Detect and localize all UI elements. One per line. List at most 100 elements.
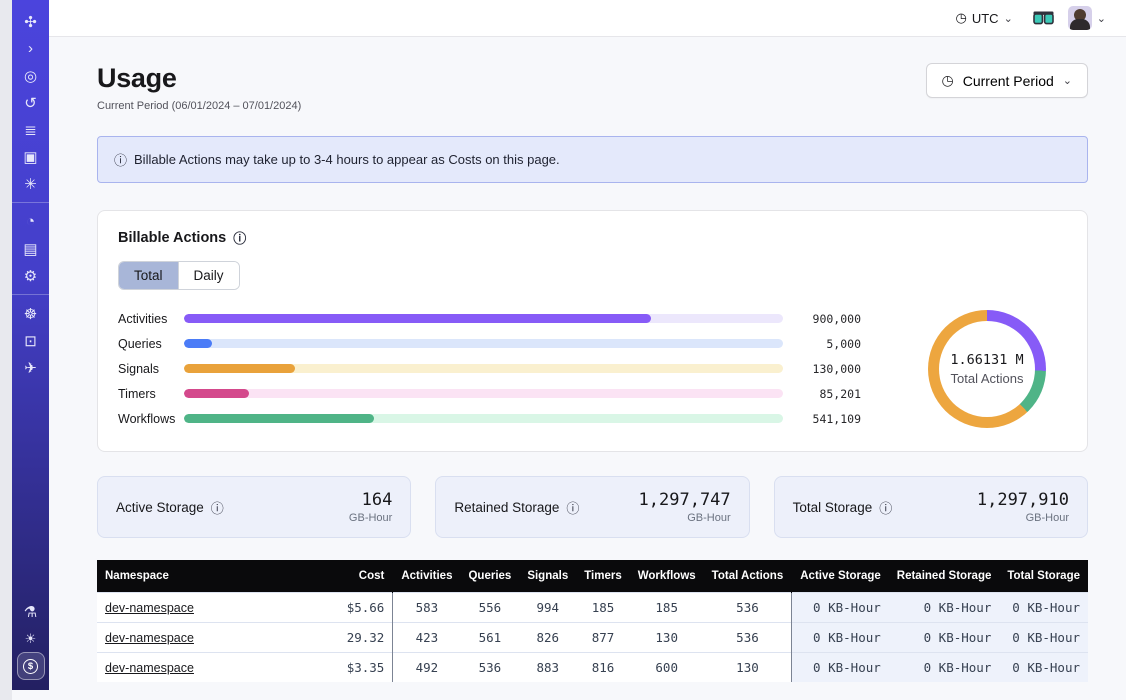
chevron-down-icon: ⌄ bbox=[1097, 12, 1106, 25]
namespaces-icon[interactable]: ◎ bbox=[17, 62, 45, 89]
labs-flask-icon[interactable]: ⚗ bbox=[17, 598, 45, 625]
cell-cost: 29.32 bbox=[313, 623, 393, 653]
bar-label: Queries bbox=[118, 337, 184, 351]
billable-actions-title: Billable Actions ⓘ bbox=[118, 228, 1067, 247]
nexus-asterisk-icon[interactable]: ✳ bbox=[17, 170, 45, 197]
bar-fill bbox=[184, 389, 249, 398]
feedback-monitor-icon[interactable]: ⊡ bbox=[17, 327, 45, 354]
temporal-logo-icon[interactable]: ✣ bbox=[17, 8, 45, 35]
sidebar-collapse-chevron-icon[interactable]: › bbox=[17, 35, 45, 62]
bar-label: Timers bbox=[118, 387, 184, 401]
user-menu[interactable]: ⌄ bbox=[1068, 6, 1106, 30]
pricing-dollar-button[interactable]: $ bbox=[17, 652, 45, 680]
active-storage-card: Active Storage ⓘ 164 GB-Hour bbox=[97, 476, 411, 538]
total-actions-label: Total Actions bbox=[951, 371, 1024, 386]
bar-row-signals: Signals 130,000 bbox=[118, 356, 861, 381]
cell-timers: 877 bbox=[576, 623, 630, 653]
col-activities: Activities bbox=[393, 560, 461, 593]
col-retained-storage: Retained Storage bbox=[889, 560, 1000, 593]
bar-fill bbox=[184, 364, 295, 373]
billable-actions-tab-group: Total Daily bbox=[118, 261, 240, 290]
col-cost: Cost bbox=[313, 560, 393, 593]
billable-actions-title-text: Billable Actions bbox=[118, 230, 226, 246]
billable-actions-info-banner: ⓘ Billable Actions may take up to 3-4 ho… bbox=[97, 136, 1088, 183]
cell-total-actions: 536 bbox=[704, 593, 792, 623]
cell-active-storage: 0 KB-Hour bbox=[792, 653, 889, 683]
billable-actions-chart: Activities 900,000 Queries 5,000 Signals… bbox=[118, 306, 1067, 431]
history-icon[interactable]: ↺ bbox=[17, 89, 45, 116]
timezone-dropdown[interactable]: ◷ UTC ⌄ bbox=[956, 10, 1013, 26]
cell-queries: 561 bbox=[460, 623, 519, 653]
page-header: Usage Current Period (06/01/2024 – 07/01… bbox=[97, 63, 1088, 112]
col-total-storage: Total Storage bbox=[999, 560, 1088, 593]
total-storage-unit: GB-Hour bbox=[977, 512, 1069, 524]
cell-timers: 185 bbox=[576, 593, 630, 623]
stopwatch-icon: ◷ bbox=[942, 72, 954, 89]
retained-storage-label: Retained Storage bbox=[454, 500, 559, 515]
cell-retained-storage: 0 KB-Hour bbox=[889, 623, 1000, 653]
col-active-storage: Active Storage bbox=[792, 560, 889, 593]
cell-workflows: 185 bbox=[630, 593, 704, 623]
topbar: ◷ UTC ⌄ ⌄ bbox=[49, 0, 1126, 37]
donut-center: 1.66131 M Total Actions bbox=[939, 321, 1035, 417]
retained-storage-unit: GB-Hour bbox=[639, 512, 731, 524]
sidebar-divider bbox=[12, 294, 49, 295]
current-period-label: Current Period bbox=[963, 73, 1054, 89]
col-namespace: Namespace bbox=[97, 560, 313, 593]
cell-active-storage: 0 KB-Hour bbox=[792, 623, 889, 653]
clock-icon: ◷ bbox=[956, 10, 967, 26]
rocket-icon[interactable]: ✈ bbox=[17, 354, 45, 381]
info-icon: ⓘ bbox=[114, 150, 127, 169]
retained-storage-value: 1,297,747 bbox=[639, 490, 731, 510]
col-timers: Timers bbox=[576, 560, 630, 593]
info-icon[interactable]: ⓘ bbox=[211, 498, 224, 517]
window-gutter bbox=[0, 0, 12, 700]
col-queries: Queries bbox=[460, 560, 519, 593]
namespace-link[interactable]: dev-namespace bbox=[105, 601, 194, 615]
active-storage-unit: GB-Hour bbox=[349, 512, 392, 524]
bar-row-activities: Activities 900,000 bbox=[118, 306, 861, 331]
support-lifebuoy-icon[interactable]: ☸ bbox=[17, 300, 45, 327]
col-total-actions: Total Actions bbox=[704, 560, 792, 593]
current-period-dropdown[interactable]: ◷ Current Period ⌄ bbox=[926, 63, 1088, 98]
page-subtitle: Current Period (06/01/2024 – 07/01/2024) bbox=[97, 100, 301, 112]
layers-icon[interactable]: ≣ bbox=[17, 116, 45, 143]
cell-signals: 826 bbox=[519, 623, 576, 653]
billable-actions-card: Billable Actions ⓘ Total Daily Activitie… bbox=[97, 210, 1088, 452]
sidebar: ✣ › ◎ ↺ ≣ ▣ ✳ ◔ ▤ ⚙ ☸ ⊡ ✈ ⚗ ☀ $ bbox=[12, 0, 49, 690]
namespace-link[interactable]: dev-namespace bbox=[105, 631, 194, 645]
settings-gear-icon[interactable]: ⚙ bbox=[17, 262, 45, 289]
info-icon[interactable]: ⓘ bbox=[233, 228, 246, 247]
storage-cards: Active Storage ⓘ 164 GB-Hour Retained St… bbox=[97, 476, 1088, 538]
bar-track bbox=[184, 314, 783, 323]
chevron-down-icon: ⌄ bbox=[1004, 12, 1013, 25]
bar-value: 541,109 bbox=[783, 412, 861, 426]
total-storage-label: Total Storage bbox=[793, 500, 873, 515]
cell-timers: 816 bbox=[576, 653, 630, 683]
info-icon[interactable]: ⓘ bbox=[879, 498, 892, 517]
feedback-glasses-button[interactable] bbox=[1033, 11, 1054, 25]
cell-signals: 883 bbox=[519, 653, 576, 683]
cell-cost: $3.35 bbox=[313, 653, 393, 683]
cell-retained-storage: 0 KB-Hour bbox=[889, 593, 1000, 623]
theme-sun-icon[interactable]: ☀ bbox=[17, 625, 45, 652]
timezone-label: UTC bbox=[972, 11, 999, 26]
bar-row-queries: Queries 5,000 bbox=[118, 331, 861, 356]
bar-fill bbox=[184, 414, 374, 423]
usage-gauge-icon[interactable]: ◔ bbox=[17, 208, 45, 235]
info-icon[interactable]: ⓘ bbox=[566, 498, 579, 517]
active-storage-label: Active Storage bbox=[116, 500, 204, 515]
page-title: Usage bbox=[97, 63, 301, 94]
bar-row-timers: Timers 85,201 bbox=[118, 381, 861, 406]
tab-daily[interactable]: Daily bbox=[178, 262, 239, 289]
bar-value: 5,000 bbox=[783, 337, 861, 351]
cell-queries: 556 bbox=[460, 593, 519, 623]
namespace-link[interactable]: dev-namespace bbox=[105, 661, 194, 675]
bar-row-workflows: Workflows 541,109 bbox=[118, 406, 861, 431]
billing-card-icon[interactable]: ▤ bbox=[17, 235, 45, 262]
tab-total[interactable]: Total bbox=[119, 262, 178, 289]
cube-icon[interactable]: ▣ bbox=[17, 143, 45, 170]
cell-total-actions: 130 bbox=[704, 653, 792, 683]
cell-signals: 994 bbox=[519, 593, 576, 623]
cell-queries: 536 bbox=[460, 653, 519, 683]
